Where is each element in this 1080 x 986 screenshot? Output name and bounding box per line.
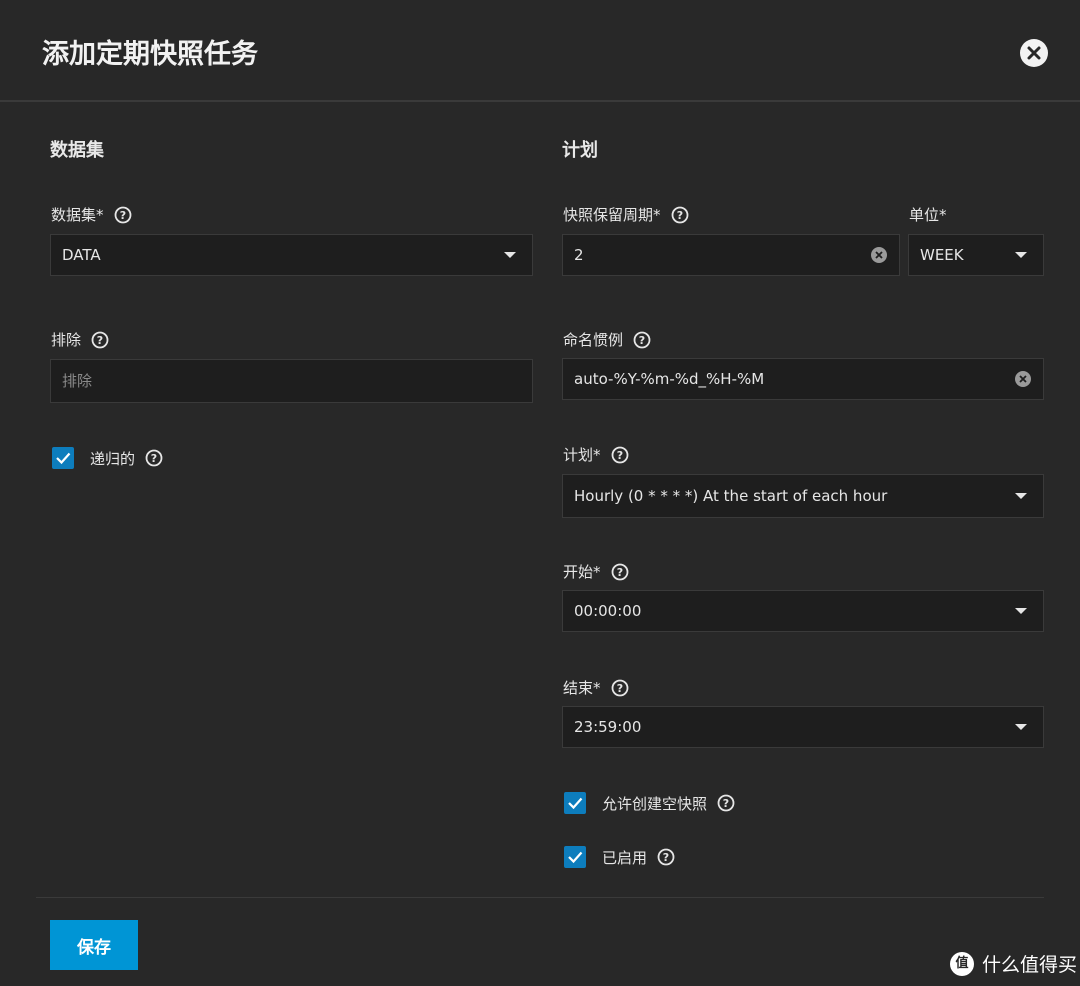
chevron-down-icon bbox=[1015, 252, 1027, 258]
checkmark-icon bbox=[568, 797, 583, 810]
exclude-label: 排除 ? bbox=[51, 329, 109, 350]
allow-empty-option[interactable]: 允许创建空快照 ? bbox=[564, 792, 735, 814]
close-icon bbox=[1027, 46, 1041, 60]
exclude-label-text: 排除 bbox=[51, 331, 82, 349]
recursive-label: 递归的 bbox=[90, 449, 136, 468]
clear-icon[interactable] bbox=[1015, 371, 1031, 387]
help-icon[interactable]: ? bbox=[145, 449, 163, 467]
chevron-down-icon bbox=[504, 252, 516, 258]
svg-text:?: ? bbox=[97, 334, 103, 347]
naming-value: auto-%Y-%m-%d_%H-%M bbox=[574, 370, 765, 388]
watermark: 值 什么值得买 bbox=[950, 950, 1077, 977]
svg-text:?: ? bbox=[119, 209, 125, 222]
watermark-logo-icon: 值 bbox=[950, 951, 974, 976]
lifetime-value: 2 bbox=[574, 246, 584, 264]
chevron-down-icon bbox=[1015, 608, 1027, 614]
footer-divider bbox=[36, 897, 1044, 898]
close-button[interactable] bbox=[1020, 39, 1048, 67]
enabled-option[interactable]: 已启用 ? bbox=[564, 846, 675, 868]
lifetime-field[interactable]: 2 bbox=[562, 234, 900, 276]
exclude-field[interactable] bbox=[50, 359, 533, 403]
dataset-select[interactable]: DATA bbox=[50, 234, 533, 276]
chevron-down-icon bbox=[1015, 724, 1027, 730]
begin-label: 开始* ? bbox=[563, 561, 629, 582]
help-icon[interactable]: ? bbox=[611, 563, 629, 581]
svg-text:?: ? bbox=[616, 682, 622, 695]
schedule-section-title: 计划 bbox=[562, 140, 598, 161]
svg-text:?: ? bbox=[639, 334, 645, 347]
dataset-label-text: 数据集* bbox=[51, 206, 104, 224]
schedule-select[interactable]: Hourly (0 * * * *) At the start of each … bbox=[562, 474, 1044, 518]
unit-label-text: 单位* bbox=[909, 206, 947, 224]
lifetime-label-text: 快照保留周期* bbox=[563, 206, 661, 224]
end-label: 结束* ? bbox=[563, 677, 629, 698]
unit-value: WEEK bbox=[920, 246, 964, 264]
recursive-option[interactable]: 递归的 ? bbox=[52, 447, 163, 469]
svg-text:?: ? bbox=[151, 452, 157, 465]
allow-empty-label: 允许创建空快照 bbox=[602, 794, 708, 813]
end-select[interactable]: 23:59:00 bbox=[562, 706, 1044, 748]
schedule-label: 计划* ? bbox=[563, 444, 629, 465]
end-label-text: 结束* bbox=[563, 679, 601, 697]
dataset-section-title: 数据集 bbox=[50, 140, 104, 161]
save-button[interactable]: 保存 bbox=[50, 920, 138, 970]
chevron-down-icon bbox=[1015, 493, 1027, 499]
help-icon[interactable]: ? bbox=[611, 446, 629, 464]
svg-text:?: ? bbox=[676, 209, 682, 222]
enabled-label: 已启用 bbox=[602, 848, 648, 867]
exclude-input[interactable] bbox=[62, 372, 532, 390]
begin-label-text: 开始* bbox=[563, 563, 601, 581]
allow-empty-checkbox[interactable] bbox=[564, 792, 586, 814]
help-icon[interactable]: ? bbox=[717, 794, 735, 812]
unit-select[interactable]: WEEK bbox=[908, 234, 1044, 276]
schedule-label-text: 计划* bbox=[563, 446, 601, 464]
schedule-value: Hourly (0 * * * *) At the start of each … bbox=[574, 487, 888, 505]
naming-label: 命名惯例 ? bbox=[563, 329, 651, 350]
help-icon[interactable]: ? bbox=[657, 848, 675, 866]
lifetime-label: 快照保留周期* ? bbox=[563, 204, 689, 225]
watermark-logo-text: 值 bbox=[955, 955, 969, 971]
enabled-checkbox[interactable] bbox=[564, 846, 586, 868]
snapshot-task-dialog: 添加定期快照任务 数据集 数据集* ? DATA 排除 ? 递归的 ? 计划 快… bbox=[0, 0, 1080, 986]
watermark-text: 什么值得买 bbox=[982, 954, 1078, 976]
unit-label: 单位* bbox=[909, 204, 947, 225]
naming-field[interactable]: auto-%Y-%m-%d_%H-%M bbox=[562, 358, 1044, 400]
svg-text:?: ? bbox=[616, 449, 622, 462]
svg-text:?: ? bbox=[723, 797, 729, 810]
svg-text:?: ? bbox=[663, 851, 669, 864]
dataset-label: 数据集* ? bbox=[51, 204, 132, 225]
help-icon[interactable]: ? bbox=[114, 206, 132, 224]
begin-select[interactable]: 00:00:00 bbox=[562, 590, 1044, 632]
dialog-title: 添加定期快照任务 bbox=[42, 39, 258, 70]
recursive-checkbox[interactable] bbox=[52, 447, 74, 469]
naming-label-text: 命名惯例 bbox=[563, 331, 624, 349]
checkmark-icon bbox=[568, 851, 583, 864]
checkmark-icon bbox=[56, 452, 71, 465]
help-icon[interactable]: ? bbox=[611, 679, 629, 697]
svg-text:?: ? bbox=[616, 566, 622, 579]
help-icon[interactable]: ? bbox=[633, 331, 651, 349]
begin-value: 00:00:00 bbox=[574, 602, 642, 620]
dialog-header: 添加定期快照任务 bbox=[0, 0, 1080, 102]
help-icon[interactable]: ? bbox=[671, 206, 689, 224]
help-icon[interactable]: ? bbox=[91, 331, 109, 349]
clear-icon[interactable] bbox=[871, 247, 887, 263]
end-value: 23:59:00 bbox=[574, 718, 642, 736]
dataset-value: DATA bbox=[62, 246, 101, 264]
